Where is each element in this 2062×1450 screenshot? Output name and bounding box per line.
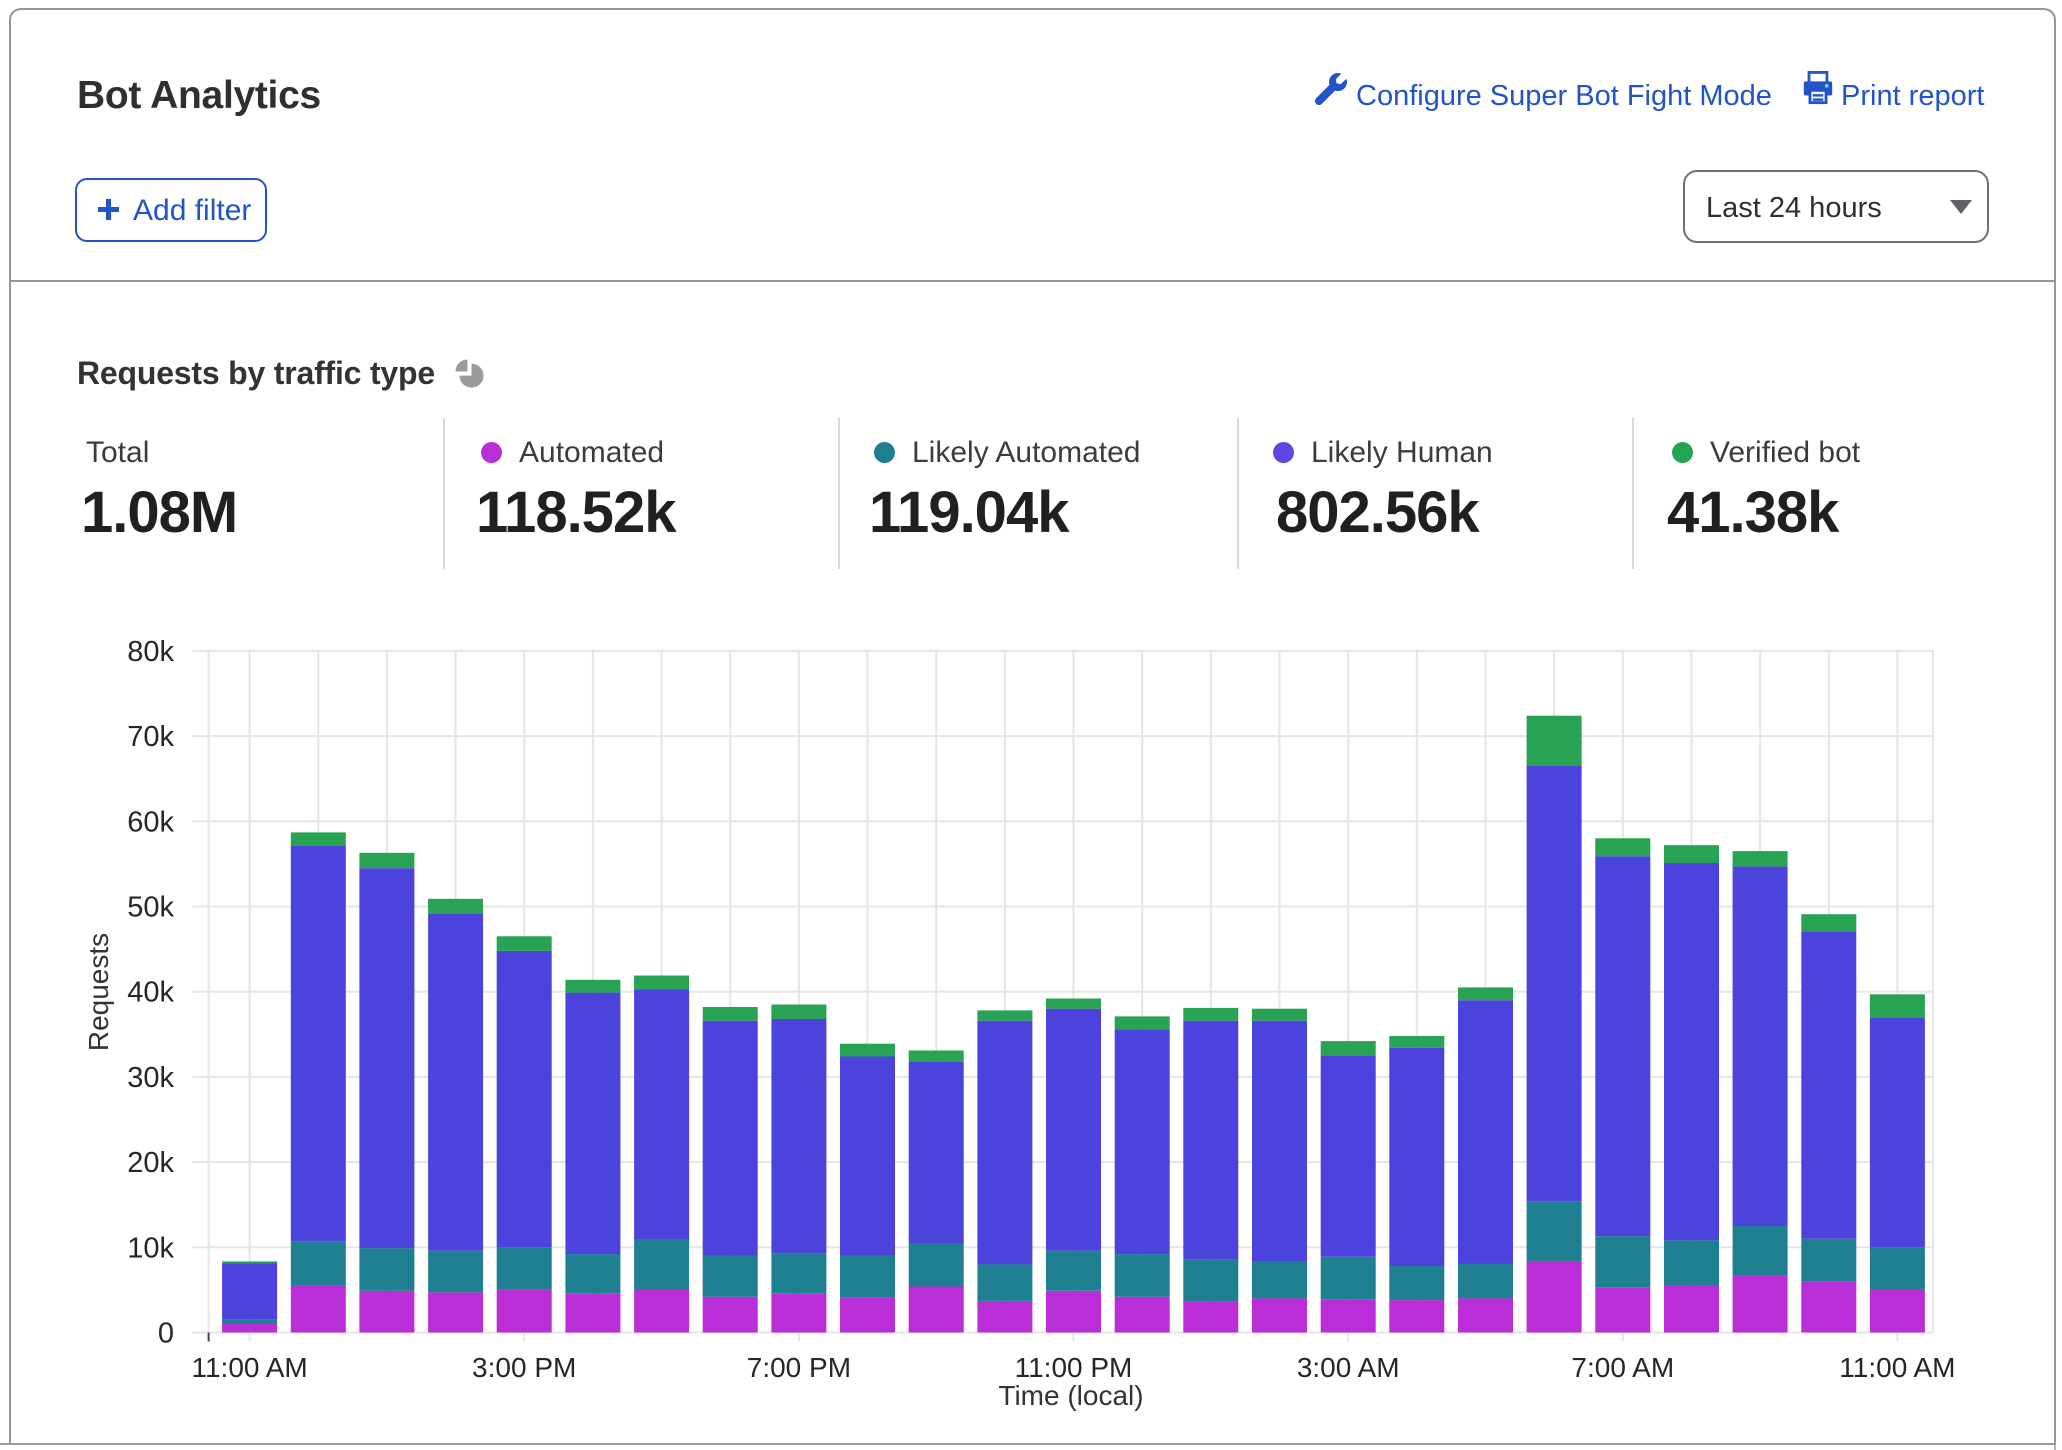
svg-text:11:00 PM: 11:00 PM: [1015, 1352, 1133, 1383]
svg-text:70k: 70k: [127, 721, 174, 753]
svg-text:20k: 20k: [127, 1147, 174, 1179]
svg-text:7:00 AM: 7:00 AM: [1571, 1352, 1674, 1383]
svg-text:40k: 40k: [127, 977, 174, 1009]
svg-text:3:00 AM: 3:00 AM: [1297, 1352, 1400, 1383]
svg-text:50k: 50k: [127, 892, 174, 924]
svg-text:Requests: Requests: [83, 933, 114, 1051]
svg-text:10k: 10k: [127, 1232, 174, 1264]
svg-text:Time (local): Time (local): [998, 1380, 1143, 1411]
svg-text:80k: 80k: [127, 636, 174, 668]
svg-text:60k: 60k: [127, 806, 174, 838]
svg-text:11:00 AM: 11:00 AM: [191, 1352, 307, 1383]
svg-text:30k: 30k: [127, 1062, 174, 1094]
svg-text:0: 0: [158, 1318, 174, 1350]
svg-text:7:00 PM: 7:00 PM: [747, 1352, 851, 1383]
svg-text:3:00 PM: 3:00 PM: [472, 1352, 576, 1383]
svg-text:11:00 AM: 11:00 AM: [1839, 1352, 1955, 1383]
